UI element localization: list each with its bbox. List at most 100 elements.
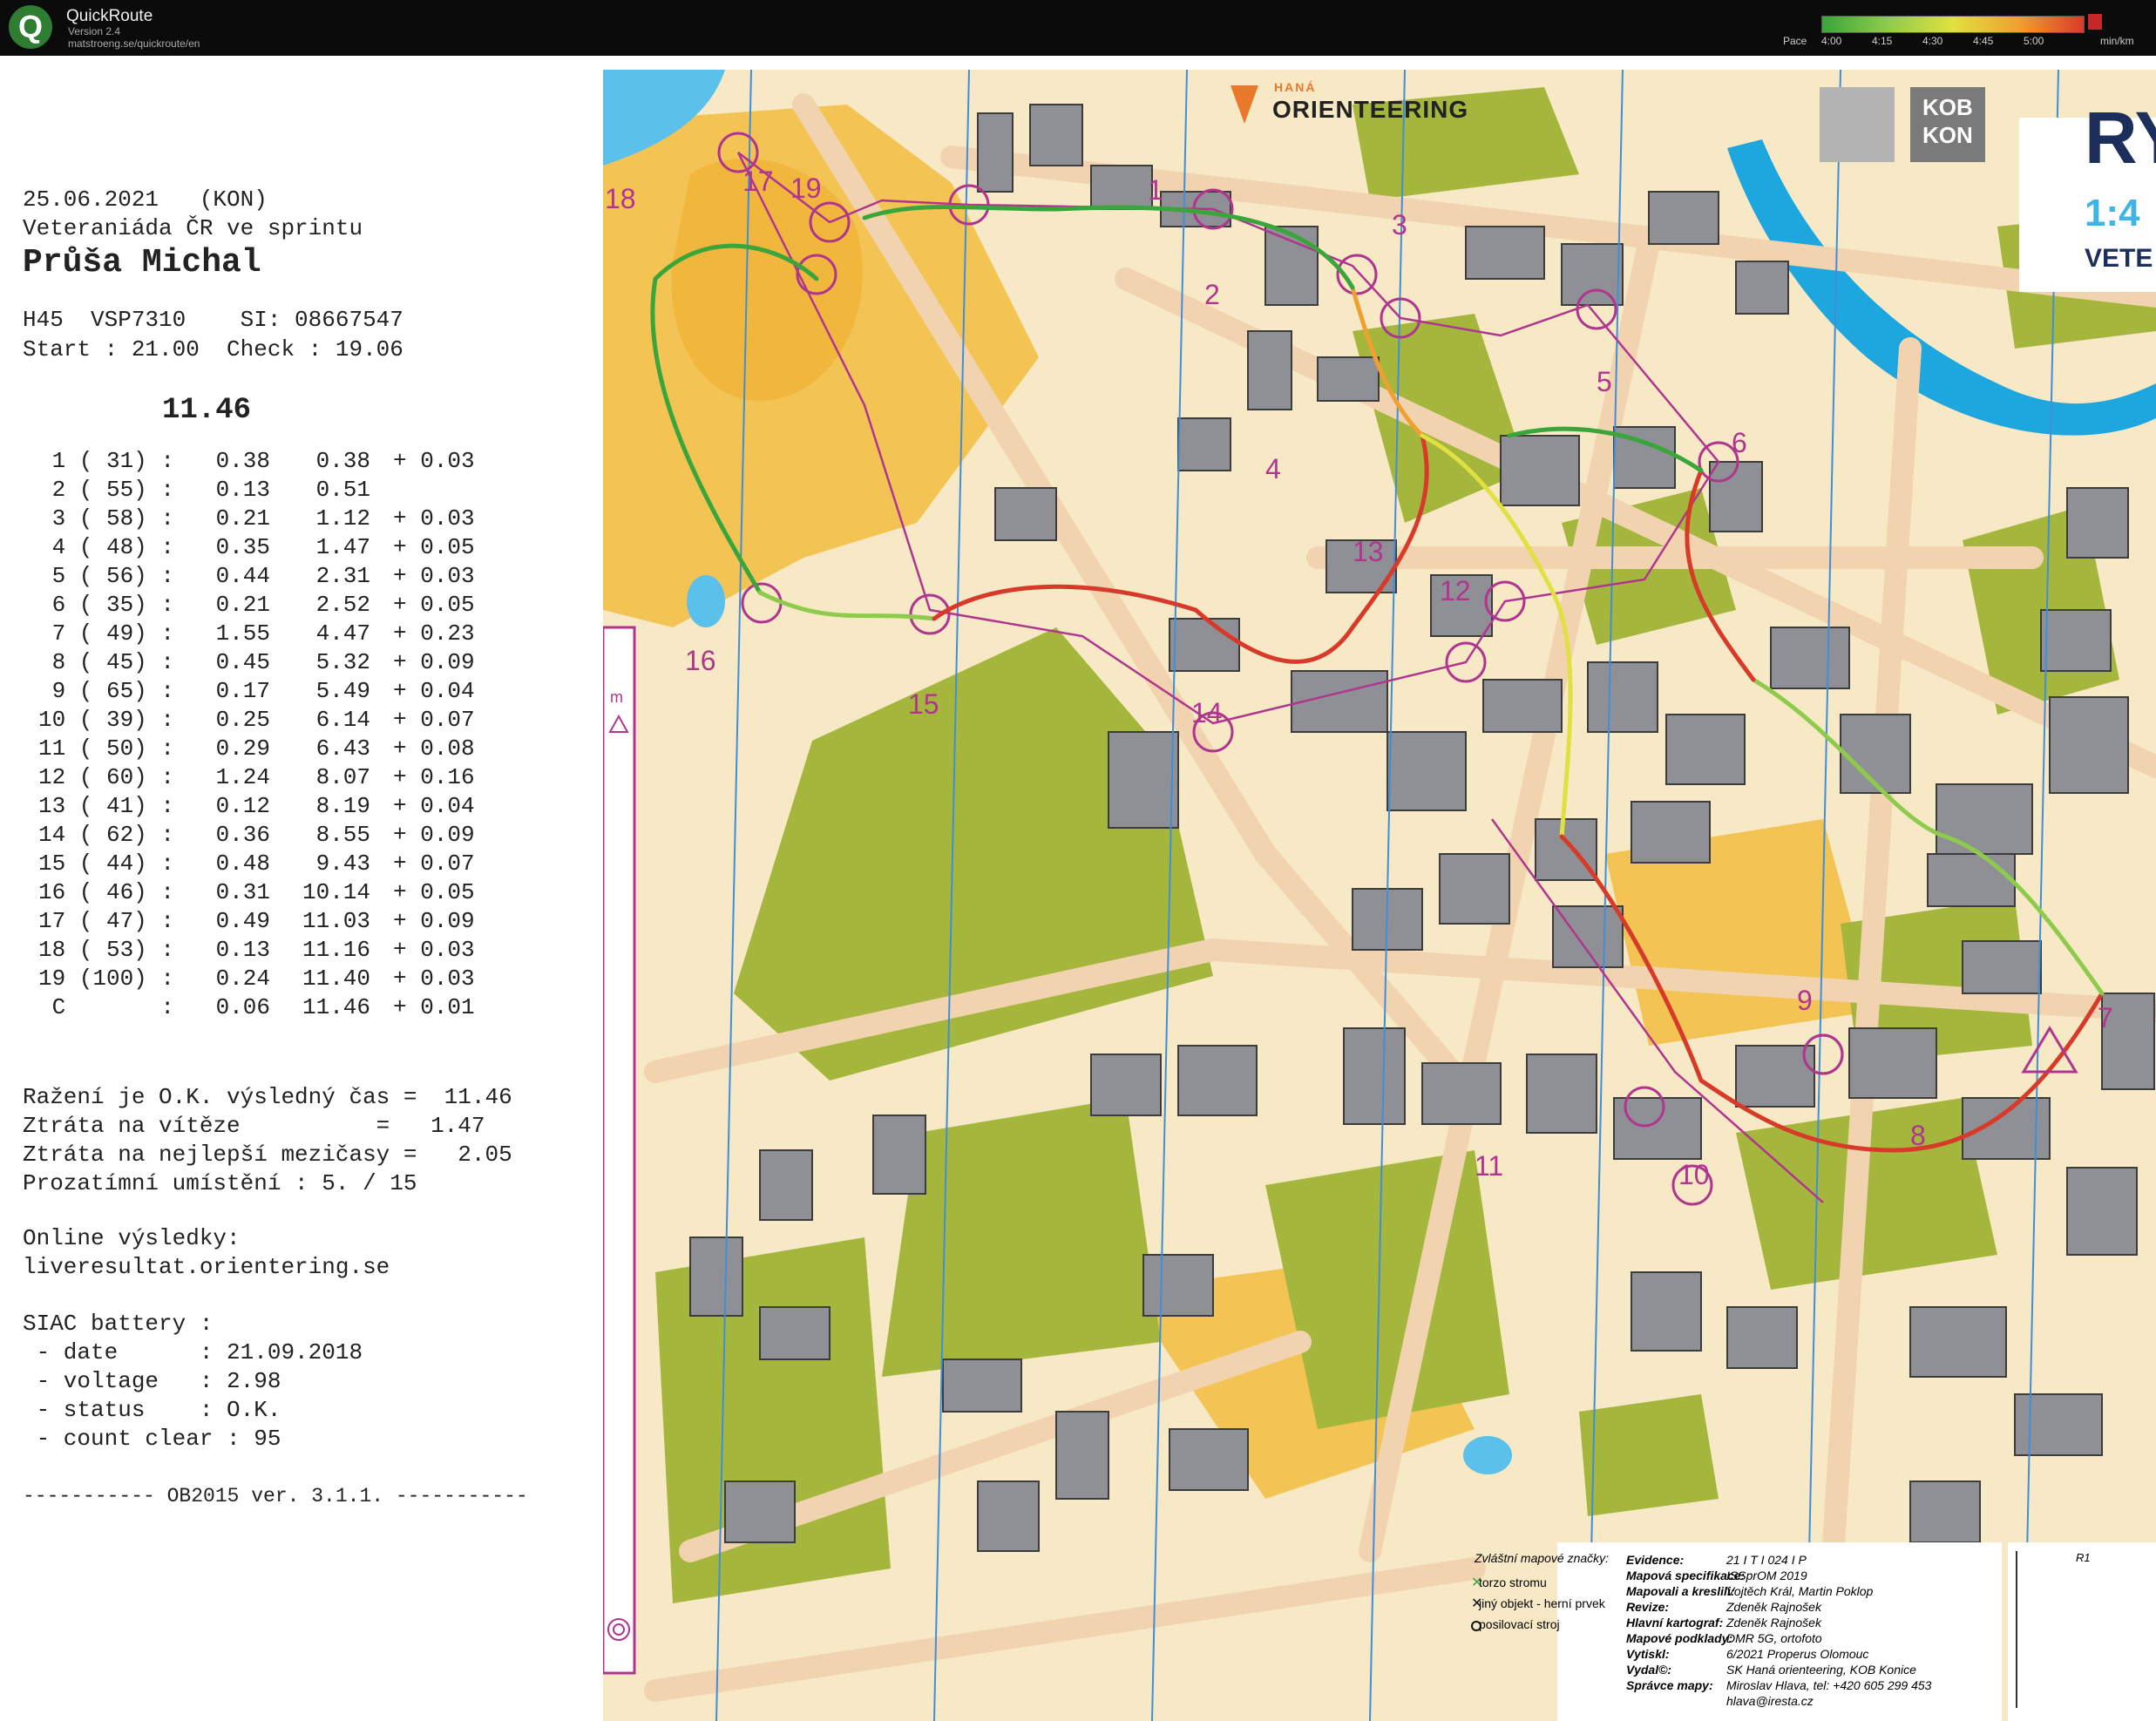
total-time: 11.46 [162, 394, 252, 427]
split-cum: 11.46 [302, 994, 370, 1020]
receipt-date: 25.06.2021 (KON) [23, 186, 268, 213]
split-row: 1 ( 31) : 0.38 0.38 + 0.03 [26, 448, 480, 474]
split-leg: 0.35 [215, 534, 270, 560]
split-num: 16 ( 46) : [37, 879, 174, 905]
imprint-value: DMR 5G, ortofoto [1726, 1631, 1822, 1645]
battery-line: - count clear : 95 [23, 1426, 281, 1452]
scale-bar-unit: m [610, 688, 623, 706]
split-num: 9 ( 65) : [51, 678, 174, 704]
split-cum: 11.03 [302, 908, 370, 934]
result-line: Ztráta na vítěze = 1.47 [23, 1113, 485, 1139]
app-version: Version 2.4 [68, 25, 121, 37]
split-cum: 8.19 [315, 793, 370, 819]
control-number: 11 [1475, 1150, 1504, 1182]
control-number: 4 [1265, 453, 1281, 484]
split-cum: 6.43 [315, 735, 370, 762]
split-num: 11 ( 50) : [37, 735, 174, 762]
split-cum: 4.47 [315, 620, 370, 647]
split-leg: 0.13 [215, 477, 270, 503]
pace-max-marker [2088, 14, 2102, 30]
imprint-row: Správce mapy: Miroslav Hlava, tel: +420 6… [1626, 1678, 1931, 1692]
imprint-value: ISSprOM 2019 [1726, 1569, 1807, 1582]
split-cum: 8.07 [315, 764, 370, 790]
split-loss: + 0.05 [393, 592, 475, 618]
split-row: 7 ( 49) : 1.55 4.47 + 0.23 [26, 620, 480, 647]
split-leg: 1.55 [215, 620, 270, 647]
split-leg: 0.24 [215, 966, 270, 992]
brand-title: ORIENTEERING [1272, 96, 1469, 123]
split-leg: 0.06 [215, 994, 270, 1020]
imprint-value: Miroslav Hlava, tel: +420 605 299 453 [1726, 1678, 1932, 1692]
split-leg: 0.49 [215, 908, 270, 934]
pace-tick: 5:00 [2024, 35, 2044, 47]
split-num: 6 ( 35) : [51, 592, 174, 618]
quickroute-logo-icon: Q [9, 5, 52, 49]
split-loss: + 0.03 [393, 937, 475, 963]
split-receipt: 25.06.2021 (KON) Veteraniáda ČR ve sprin… [0, 56, 601, 1721]
brand-small: HANÁ [1274, 80, 1317, 94]
split-loss: + 0.08 [393, 735, 475, 762]
map-id: R1 [2076, 1551, 2091, 1564]
split-loss: + 0.04 [393, 793, 475, 819]
battery-line: - voltage : 2.98 [23, 1368, 281, 1394]
split-num: 2 ( 55) : [51, 477, 174, 503]
split-row: 15 ( 44) : 0.48 9.43 + 0.07 [26, 850, 480, 877]
imprint-key: Vytiskl: [1626, 1647, 1670, 1661]
split-num: 8 ( 45) : [51, 649, 174, 675]
split-leg: 0.25 [215, 707, 270, 733]
split-leg: 0.29 [215, 735, 270, 762]
split-row: 17 ( 47) : 0.49 11.03 + 0.09 [26, 908, 480, 934]
orienteering-map[interactable]: ✕ ✕ HANÁ ORIENTEERING KOB KON RY 1:4 VET… [603, 70, 2156, 1721]
imprint-value: 6/2021 Properus Olomouc [1726, 1647, 1869, 1661]
split-row: C : 0.06 11.46 + 0.01 [26, 994, 480, 1020]
split-cum: 5.32 [315, 649, 370, 675]
control-number: 18 [605, 183, 636, 214]
online-url: liveresultat.orientering.se [23, 1254, 390, 1280]
imprint-key: Hlavní kartograf: [1626, 1616, 1724, 1630]
control-number: 6 [1732, 427, 1747, 458]
split-loss: + 0.09 [393, 649, 475, 675]
split-leg: 0.45 [215, 649, 270, 675]
control-number: 9 [1797, 985, 1813, 1016]
split-num: 17 ( 47) : [37, 908, 174, 934]
control-number: 12 [1440, 575, 1471, 606]
split-row: 16 ( 46) : 0.31 10.14 + 0.05 [26, 879, 480, 905]
imprint-value: Vojtěch Král, Martin Poklop [1726, 1584, 1874, 1598]
control-number: 7 [2098, 1002, 2113, 1033]
split-leg: 0.36 [215, 822, 270, 848]
split-row: 4 ( 48) : 0.35 1.47 + 0.05 [26, 534, 480, 560]
pace-tick: 4:15 [1872, 35, 1893, 47]
control-number: 3 [1392, 209, 1407, 241]
imprint-value: SK Haná orienteering, KOB Konice [1726, 1663, 1916, 1677]
split-loss: + 0.09 [393, 908, 475, 934]
imprint-row: Evidence: 21 I T I 024 I P [1626, 1553, 1807, 1567]
pace-tick: 4:30 [1922, 35, 1943, 47]
legend-item: torzo stromu [1479, 1575, 1547, 1589]
split-cum: 2.52 [315, 592, 370, 618]
split-num: 3 ( 58) : [51, 505, 174, 532]
imprint-row: hlava@iresta.cz [1626, 1694, 1814, 1708]
receipt-footer: ----------- OB2015 ver. 3.1.1. ---------… [23, 1485, 528, 1508]
split-num: 10 ( 39) : [37, 707, 174, 733]
split-cum: 1.12 [315, 505, 370, 532]
split-row: 9 ( 65) : 0.17 5.49 + 0.04 [26, 678, 480, 704]
split-leg: 0.12 [215, 793, 270, 819]
control-number: 14 [1191, 697, 1223, 728]
app-url[interactable]: matstroeng.se/quickroute/en [68, 37, 200, 50]
control-number: 5 [1597, 366, 1612, 397]
split-loss: + 0.09 [393, 822, 475, 848]
split-loss: + 0.07 [393, 707, 475, 733]
control-number: 19 [790, 173, 822, 204]
imprint-row: Vytiskl: 6/2021 Properus Olomouc [1626, 1647, 1868, 1661]
split-num: 14 ( 62) : [37, 822, 174, 848]
split-cum: 1.47 [315, 534, 370, 560]
pace-color-scale [1821, 16, 2085, 33]
imprint-key: Vydal©: [1626, 1663, 1672, 1677]
imprint-key: Mapovali a kreslili: [1626, 1584, 1735, 1598]
imprint-row: Mapová specifikace:ISSprOM 2019 [1626, 1569, 1807, 1582]
split-loss: + 0.05 [393, 879, 475, 905]
battery-label: SIAC battery : [23, 1311, 214, 1337]
map-scale-fragment: 1:4 [2085, 192, 2140, 234]
battery-line: - status : O.K. [23, 1397, 281, 1423]
imprint-row: Vydal©: SK Haná orienteering, KOB Konice [1626, 1663, 1916, 1677]
